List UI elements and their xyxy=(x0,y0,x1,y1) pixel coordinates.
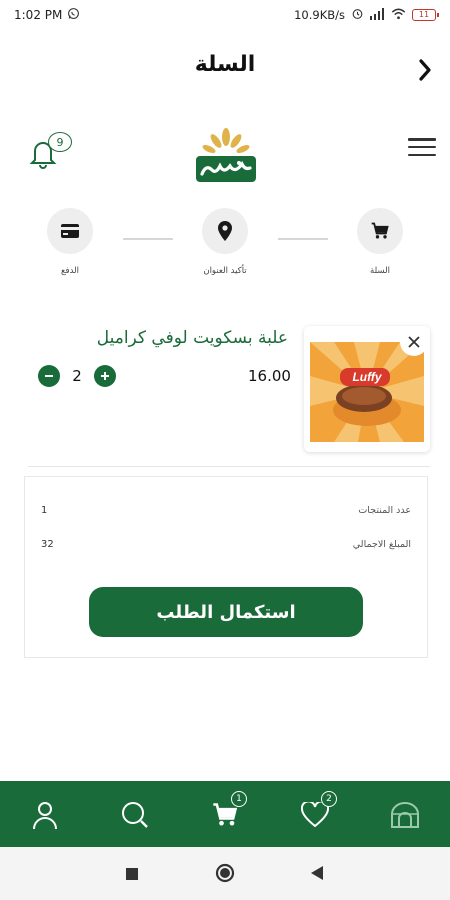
nav-home[interactable] xyxy=(385,795,425,835)
step-cart[interactable]: السلة xyxy=(350,208,410,276)
product-name: علبة بسكويت لوفي كراميل xyxy=(96,328,288,348)
chevron-right-icon xyxy=(419,59,431,81)
checkout-stepper: السلة تأكيد العنوان الدفع xyxy=(0,208,450,288)
status-time: 1:02 PM xyxy=(14,8,63,22)
signal-icon xyxy=(370,7,385,23)
menu-button[interactable] xyxy=(408,136,436,158)
user-icon xyxy=(33,802,57,830)
hamburger-icon xyxy=(408,138,436,141)
step-connector xyxy=(123,238,173,240)
location-pin-icon xyxy=(218,221,232,241)
total-row: 32 المبلغ الاجمالي xyxy=(41,539,411,550)
total-label: المبلغ الاجمالي xyxy=(352,539,411,550)
quantity-value: 2 xyxy=(72,367,82,385)
divider xyxy=(28,466,430,467)
status-bar: 1:02 PM 10.9KB/s 11 xyxy=(0,0,450,30)
recents-button[interactable] xyxy=(125,866,139,885)
wifi-icon xyxy=(391,8,406,23)
decrease-quantity-button[interactable] xyxy=(38,365,60,387)
home-system-button[interactable] xyxy=(215,863,235,887)
brand-logo xyxy=(192,126,260,186)
search-icon xyxy=(122,802,148,828)
product-price: 16.00 xyxy=(248,367,291,385)
triangle-back-icon xyxy=(311,866,323,880)
circle-icon xyxy=(215,863,235,883)
step-label: الدفع xyxy=(60,266,79,276)
step-label: السلة xyxy=(370,266,390,276)
credit-card-icon xyxy=(61,224,79,238)
product-brand-text: Luffy xyxy=(352,370,382,384)
nav-profile[interactable] xyxy=(25,795,65,835)
app-header: السلة xyxy=(0,44,450,94)
product-image[interactable]: Luffy xyxy=(304,326,430,452)
close-icon xyxy=(408,336,420,348)
nav-cart[interactable]: 1 xyxy=(205,791,247,835)
whatsapp-icon xyxy=(67,7,80,23)
step-label: تأكيد العنوان xyxy=(203,266,247,276)
favorites-badge: 2 xyxy=(321,791,337,807)
alarm-icon xyxy=(351,7,364,23)
cart-item: Luffy علبة بسكويت لوفي كراميل 16.00 2 xyxy=(30,326,430,456)
square-icon xyxy=(126,868,138,880)
items-count-row: 1 عدد المنتجات xyxy=(41,505,411,516)
page-title: السلة xyxy=(194,52,256,77)
step-address[interactable]: تأكيد العنوان xyxy=(195,208,255,276)
nav-favorites[interactable]: 2 xyxy=(295,791,337,835)
step-connector xyxy=(278,238,328,240)
battery-icon: 11 xyxy=(412,9,439,21)
home-icon xyxy=(391,802,419,828)
brand-row: 9 xyxy=(0,120,450,190)
increase-quantity-button[interactable] xyxy=(94,365,116,387)
quantity-stepper: 2 xyxy=(38,365,116,387)
step-payment[interactable]: الدفع xyxy=(40,208,100,276)
checkout-button[interactable]: استكمال الطلب xyxy=(89,587,363,637)
bottom-nav: 1 2 xyxy=(0,781,450,847)
order-summary: 1 عدد المنتجات 32 المبلغ الاجمالي استكما… xyxy=(24,476,428,658)
nav-search[interactable] xyxy=(115,795,155,835)
network-speed: 10.9KB/s xyxy=(294,8,345,22)
back-button[interactable] xyxy=(412,56,438,84)
cart-badge: 1 xyxy=(231,791,247,807)
minus-icon xyxy=(45,375,53,377)
items-count-value: 1 xyxy=(41,505,48,516)
notifications-button[interactable]: 9 xyxy=(26,128,74,174)
notification-count-badge: 9 xyxy=(48,132,72,152)
back-system-button[interactable] xyxy=(310,865,324,885)
total-value: 32 xyxy=(41,539,54,550)
plus-icon xyxy=(101,372,109,380)
system-navigation-bar xyxy=(0,847,450,900)
remove-item-button[interactable] xyxy=(400,328,428,356)
cart-icon xyxy=(371,222,389,239)
items-count-label: عدد المنتجات xyxy=(358,505,411,516)
